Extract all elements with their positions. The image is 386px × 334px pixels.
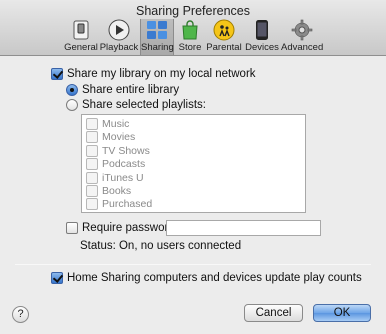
require-password-checkbox[interactable]	[66, 222, 78, 234]
divider	[15, 264, 371, 265]
help-button[interactable]: ?	[12, 306, 29, 323]
window-titlebar: Sharing Preferences General Playback Sha…	[0, 0, 386, 56]
iphone-icon	[256, 20, 268, 40]
share-entire-library-label: Share entire library	[82, 84, 180, 96]
playlist-item[interactable]: iTunes U	[86, 172, 144, 184]
store-bag-icon	[182, 20, 198, 40]
require-password-label: Require password:	[82, 222, 178, 234]
playlist-item[interactable]: Podcasts	[86, 158, 145, 170]
playlist-checkbox[interactable]	[86, 118, 98, 130]
playlist-label: iTunes U	[102, 172, 144, 184]
playlist-item[interactable]: TV Shows	[86, 145, 150, 157]
home-sharing-checkbox-row[interactable]: Home Sharing computers and devices updat…	[51, 272, 362, 284]
parental-icon	[213, 19, 235, 41]
require-password-checkbox-row[interactable]: Require password:	[66, 222, 178, 234]
playlist-checkbox[interactable]	[86, 158, 98, 170]
share-library-label: Share my library on my local network	[67, 68, 256, 80]
playlist-list[interactable]: Music Movies TV Shows Podcasts iTunes U …	[81, 114, 306, 213]
tab-devices[interactable]: Devices	[244, 19, 280, 55]
share-library-checkbox-row[interactable]: Share my library on my local network	[51, 68, 256, 80]
playlist-label: Podcasts	[102, 158, 146, 170]
share-entire-library-radio[interactable]	[66, 84, 78, 96]
sharing-status: Status: On, no users connected	[80, 240, 242, 252]
gear-icon	[291, 19, 313, 41]
playlist-item[interactable]: Music	[86, 118, 129, 130]
password-field[interactable]	[166, 220, 321, 236]
playlist-checkbox[interactable]	[86, 198, 98, 210]
playlist-checkbox[interactable]	[86, 145, 98, 157]
play-icon	[108, 19, 130, 41]
share-library-checkbox[interactable]	[51, 68, 63, 80]
playlist-label: Purchased	[102, 198, 153, 210]
tab-general-label: General	[64, 42, 98, 53]
home-sharing-checkbox[interactable]	[51, 272, 63, 284]
tab-advanced-label: Advanced	[281, 42, 324, 53]
tab-sharing[interactable]: Sharing	[140, 19, 174, 55]
cancel-button[interactable]: Cancel	[244, 304, 303, 322]
playlist-label: TV Shows	[102, 145, 150, 157]
playlist-label: Movies	[102, 131, 136, 143]
playlist-checkbox[interactable]	[86, 131, 98, 143]
share-selected-playlists-radio-row[interactable]: Share selected playlists:	[66, 99, 206, 111]
tab-sharing-label: Sharing	[141, 42, 174, 53]
ok-button[interactable]: OK	[313, 304, 371, 322]
playlist-checkbox[interactable]	[86, 185, 98, 197]
tab-store[interactable]: Store	[175, 19, 205, 55]
playlist-item[interactable]: Purchased	[86, 198, 152, 210]
tab-parental[interactable]: Parental	[206, 19, 242, 55]
share-entire-library-radio-row[interactable]: Share entire library	[66, 84, 179, 96]
tab-general[interactable]: General	[64, 19, 98, 55]
playlist-item[interactable]: Movies	[86, 131, 135, 143]
tab-parental-label: Parental	[206, 42, 242, 53]
tab-advanced[interactable]: Advanced	[281, 19, 323, 55]
tab-playback[interactable]: Playback	[99, 19, 139, 55]
switch-icon	[73, 20, 89, 40]
window-title: Sharing Preferences	[136, 4, 250, 18]
home-sharing-label: Home Sharing computers and devices updat…	[67, 272, 362, 284]
tab-store-label: Store	[178, 42, 202, 53]
playlist-item[interactable]: Books	[86, 185, 131, 197]
playlist-checkbox[interactable]	[86, 172, 98, 184]
share-selected-playlists-radio[interactable]	[66, 99, 78, 111]
tab-devices-label: Devices	[245, 42, 279, 53]
playlist-label: Music	[102, 118, 130, 130]
share-selected-playlists-label: Share selected playlists:	[82, 99, 207, 111]
tab-playback-label: Playback	[99, 42, 139, 53]
sharing-icon	[147, 21, 167, 39]
playlist-label: Books	[102, 185, 132, 197]
